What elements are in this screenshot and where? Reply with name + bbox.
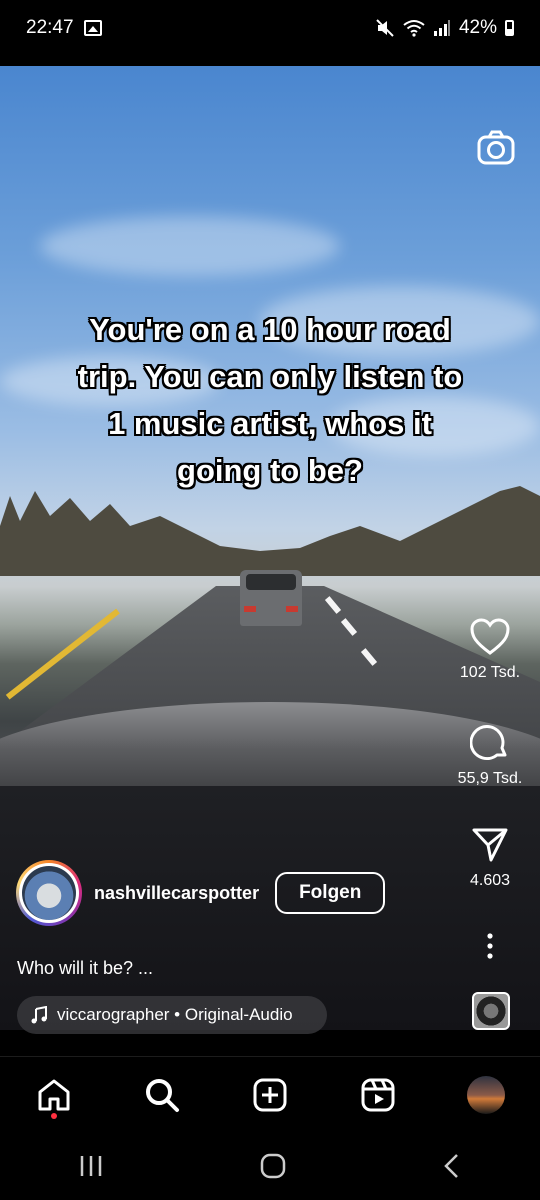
like-count: 102 Tsd.	[459, 664, 521, 681]
battery-percent: 42%	[458, 17, 497, 38]
create-icon[interactable]	[252, 1077, 288, 1113]
follow-button[interactable]: Folgen	[275, 872, 386, 914]
comment-icon[interactable]	[470, 722, 510, 762]
nav-home[interactable]	[24, 1065, 84, 1125]
status-bar: 22:47 42%	[0, 0, 540, 56]
comment-action[interactable]: 55,9 Tsd.	[440, 722, 540, 788]
mute-icon	[376, 19, 394, 37]
nav-profile[interactable]	[456, 1065, 516, 1125]
nav-search[interactable]	[132, 1065, 192, 1125]
wifi-icon	[403, 20, 425, 37]
heart-icon[interactable]	[470, 618, 510, 656]
reel-caption[interactable]: Who will it be? ...	[17, 958, 153, 979]
music-note-icon	[31, 1006, 47, 1024]
author-avatar[interactable]	[16, 860, 82, 926]
treeline	[0, 486, 540, 576]
author-username[interactable]: nashvillecarspotter	[94, 883, 259, 904]
camera-icon[interactable]	[476, 128, 516, 168]
share-count: 4.603	[469, 872, 511, 889]
author-row: nashvillecarspotter Folgen	[16, 860, 386, 926]
nav-create[interactable]	[240, 1065, 300, 1125]
system-nav	[0, 1132, 540, 1200]
status-time: 22:47	[26, 17, 74, 38]
gallery-notification-icon	[83, 20, 102, 36]
more-vertical-icon[interactable]	[485, 932, 495, 960]
reels-icon[interactable]	[360, 1077, 396, 1113]
battery-icon	[505, 20, 514, 36]
back-icon[interactable]	[442, 1153, 462, 1179]
lead-car	[240, 570, 302, 626]
reel-overlay-text: You're on a 10 hour road trip. You can o…	[77, 312, 463, 488]
profile-avatar[interactable]	[467, 1075, 505, 1114]
notification-dot	[51, 1112, 57, 1119]
comment-count: 55,9 Tsd.	[457, 770, 523, 787]
audio-label: viccarographer • Original-Audio	[57, 1005, 293, 1024]
share-action[interactable]: 4.603	[440, 826, 540, 890]
home-icon[interactable]	[36, 1077, 72, 1113]
recent-apps-icon[interactable]	[78, 1154, 104, 1178]
bottom-nav	[0, 1056, 540, 1132]
search-icon[interactable]	[144, 1077, 180, 1113]
audio-pill[interactable]: viccarographer • Original-Audio	[17, 996, 327, 1034]
audio-thumbnail[interactable]	[472, 992, 510, 1030]
home-button-icon[interactable]	[260, 1153, 286, 1179]
like-action[interactable]: 102 Tsd.	[440, 618, 540, 682]
signal-icon	[433, 20, 450, 36]
send-icon[interactable]	[471, 826, 509, 864]
nav-reels[interactable]	[348, 1065, 408, 1125]
more-action[interactable]	[440, 932, 540, 960]
